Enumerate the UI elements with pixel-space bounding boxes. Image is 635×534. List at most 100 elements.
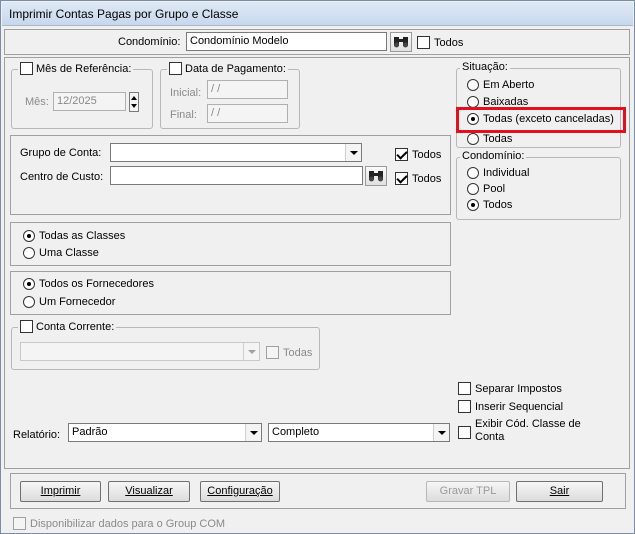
- chevron-down-icon[interactable]: [345, 144, 361, 161]
- gravar-tpl-button[interactable]: Gravar TPL: [426, 481, 510, 502]
- chevron-down-icon[interactable]: [245, 424, 261, 441]
- situacao-radio[interactable]: [467, 133, 479, 145]
- fornecedores-radio[interactable]: [23, 296, 35, 308]
- inserir-sequencial-label: Inserir Sequencial: [475, 400, 564, 413]
- fornecedores-radio[interactable]: [23, 278, 35, 290]
- chevron-down-icon[interactable]: [433, 424, 449, 441]
- condominio-tipo-label: Condomínio:: [462, 150, 525, 162]
- relatorio-modelo-value: Padrão: [72, 426, 108, 438]
- condominio-todos-option[interactable]: Todos: [417, 36, 463, 49]
- mes-referencia-label: Mês de Referência:: [36, 62, 132, 75]
- conta-corrente-todas-option[interactable]: Todas: [266, 346, 312, 359]
- grupo-conta-label: Grupo de Conta:: [20, 147, 102, 159]
- condominio-option-todos[interactable]: Todos: [467, 199, 512, 211]
- mes-spinner[interactable]: [129, 92, 139, 112]
- inserir-sequencial-checkbox[interactable]: [458, 400, 471, 413]
- grupo-conta-todos-option[interactable]: Todos: [395, 148, 441, 161]
- situacao-option-label: Em Aberto: [483, 79, 535, 91]
- condominio-option-individual[interactable]: Individual: [467, 167, 529, 179]
- situacao-option-em-aberto[interactable]: Em Aberto: [467, 79, 534, 91]
- classes-panel: [10, 222, 451, 266]
- imprimir-button[interactable]: Imprimir: [20, 481, 101, 502]
- title-bar: Imprimir Contas Pagas por Grupo e Classe: [2, 2, 633, 26]
- window-title: Imprimir Contas Pagas por Grupo e Classe: [9, 7, 239, 21]
- group-com-label: Disponibilizar dados para o Group COM: [30, 517, 226, 530]
- condominio-radio[interactable]: [467, 183, 479, 195]
- centro-custo-search-button[interactable]: [365, 166, 387, 186]
- chevron-down-icon[interactable]: [243, 343, 259, 360]
- condominio-field[interactable]: Condomínio Modelo: [186, 32, 387, 51]
- mes-field[interactable]: 12/2025: [53, 92, 126, 111]
- conta-corrente-dropdown[interactable]: [20, 342, 260, 361]
- condominio-todos-checkbox[interactable]: [417, 36, 430, 49]
- condominio-label: Condomínio:: [118, 36, 181, 48]
- grupo-conta-todos-checkbox[interactable]: [395, 148, 408, 161]
- situacao-option-todas[interactable]: Todas: [467, 133, 512, 145]
- situacao-option-label: Todas: [483, 133, 513, 145]
- highlight-box: [456, 107, 626, 133]
- situacao-radio[interactable]: [467, 79, 479, 91]
- inicial-label: Inicial:: [170, 87, 202, 99]
- fornecedores-option-um[interactable]: Um Fornecedor: [23, 296, 115, 308]
- classes-option-label: Todas as Classes: [39, 230, 126, 242]
- centro-custo-todos-option[interactable]: Todos: [395, 172, 441, 185]
- conta-corrente-todas-label: Todas: [283, 346, 313, 359]
- configuracao-button[interactable]: Configuração: [200, 481, 280, 502]
- fornecedores-option-label: Um Fornecedor: [39, 296, 116, 308]
- centro-custo-todos-checkbox[interactable]: [395, 172, 408, 185]
- centro-custo-label: Centro de Custo:: [20, 171, 104, 183]
- conta-corrente-checkbox[interactable]: [20, 320, 33, 333]
- conta-corrente-label: Conta Corrente:: [36, 320, 115, 333]
- data-pagamento-checkbox[interactable]: [169, 62, 182, 75]
- inserir-sequencial-option[interactable]: Inserir Sequencial: [458, 400, 563, 413]
- fornecedores-option-label: Todos os Fornecedores: [39, 278, 154, 290]
- situacao-legend: Situação:: [460, 61, 510, 73]
- conta-corrente-legend[interactable]: Conta Corrente:: [18, 320, 117, 333]
- condominio-option-label: Pool: [483, 183, 506, 195]
- fornecedores-option-todos[interactable]: Todos os Fornecedores: [23, 278, 154, 290]
- classes-radio[interactable]: [23, 247, 35, 259]
- condominio-tipo-legend: Condomínio:: [460, 150, 527, 162]
- mes-label: Mês:: [25, 96, 49, 108]
- classes-option-uma[interactable]: Uma Classe: [23, 247, 99, 259]
- exibir-cod-option[interactable]: Exibir Cód. Classe de Conta: [458, 418, 608, 448]
- centro-custo-todos-label: Todos: [412, 172, 442, 185]
- exibir-cod-label-line2: Conta: [475, 431, 505, 443]
- separar-impostos-checkbox[interactable]: [458, 382, 471, 395]
- condominio-option-label: Todos: [483, 199, 513, 211]
- visualizar-button[interactable]: Visualizar: [108, 481, 190, 502]
- print-dialog-window: Imprimir Contas Pagas por Grupo e Classe…: [0, 0, 635, 534]
- relatorio-label: Relatório:: [13, 429, 61, 441]
- binoculars-icon: [394, 37, 408, 48]
- condominio-search-button[interactable]: [390, 32, 412, 52]
- conta-corrente-todas-checkbox[interactable]: [266, 346, 279, 359]
- data-pagamento-label: Data de Pagamento:: [185, 62, 286, 75]
- group-com-checkbox[interactable]: [13, 517, 26, 530]
- relatorio-modelo-dropdown[interactable]: Padrão: [68, 423, 262, 442]
- sair-button[interactable]: Sair: [516, 481, 603, 502]
- grupo-conta-dropdown[interactable]: [110, 143, 362, 162]
- final-date-field[interactable]: / /: [207, 104, 288, 123]
- exibir-cod-checkbox[interactable]: [458, 426, 471, 439]
- binoculars-icon: [369, 171, 383, 182]
- relatorio-tipo-dropdown[interactable]: Completo: [268, 423, 450, 442]
- condominio-option-pool[interactable]: Pool: [467, 183, 505, 195]
- classes-option-todas[interactable]: Todas as Classes: [23, 230, 125, 242]
- classes-radio[interactable]: [23, 230, 35, 242]
- mes-referencia-checkbox[interactable]: [20, 62, 33, 75]
- group-com-option[interactable]: Disponibilizar dados para o Group COM: [13, 517, 225, 530]
- final-label: Final:: [170, 109, 197, 121]
- mes-referencia-legend[interactable]: Mês de Referência:: [18, 62, 134, 75]
- data-pagamento-legend[interactable]: Data de Pagamento:: [167, 62, 288, 75]
- exibir-cod-label-line1: Exibir Cód. Classe de: [475, 418, 581, 430]
- condominio-radio[interactable]: [467, 199, 479, 211]
- grupo-conta-todos-label: Todos: [412, 148, 442, 161]
- inicial-date-field[interactable]: / /: [207, 80, 288, 99]
- separar-impostos-option[interactable]: Separar Impostos: [458, 382, 562, 395]
- condominio-option-label: Individual: [483, 167, 530, 179]
- separar-impostos-label: Separar Impostos: [475, 382, 562, 395]
- centro-custo-field[interactable]: [110, 166, 363, 185]
- relatorio-tipo-value: Completo: [272, 426, 320, 438]
- condominio-todos-label: Todos: [434, 36, 464, 49]
- condominio-radio[interactable]: [467, 167, 479, 179]
